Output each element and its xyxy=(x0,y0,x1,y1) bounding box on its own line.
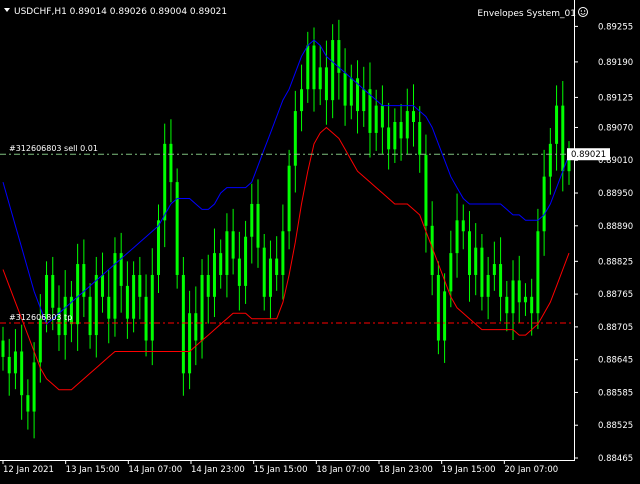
time-tick-label: 15 Jan 15:00 xyxy=(254,465,308,475)
price-tick-label: 0.89190 xyxy=(598,58,633,68)
time-tick-label: 19 Jan 15:00 xyxy=(442,465,496,475)
price-tick-label: 0.88645 xyxy=(598,356,633,366)
indicator-title: Envelopes System_01 xyxy=(477,9,576,19)
sell-order-label: #312606803 sell 0.01 xyxy=(9,144,98,153)
time-tick-label: 14 Jan 07:00 xyxy=(128,465,182,475)
take-profit-label: #312606803 tp xyxy=(9,313,72,322)
time-tick-label: 13 Jan 15:00 xyxy=(66,465,120,475)
price-tick-label: 0.88705 xyxy=(598,323,633,333)
price-tick-label: 0.89070 xyxy=(598,123,633,133)
candle xyxy=(436,261,440,355)
time-tick-label: 20 Jan 07:00 xyxy=(504,465,558,475)
time-tick-label: 18 Jan 23:00 xyxy=(379,465,433,475)
time-tick-label: 14 Jan 23:00 xyxy=(191,465,245,475)
price-tick-label: 0.88890 xyxy=(598,222,633,232)
price-tick-label: 0.88585 xyxy=(598,388,633,398)
current-price-value: 0.89021 xyxy=(571,150,606,160)
time-tick-label: 12 Jan 2021 xyxy=(3,465,54,475)
chart-area[interactable]: #312606803 sell 0.01 #312606803 tp 0.892… xyxy=(0,0,640,480)
price-tick-label: 0.88950 xyxy=(598,189,633,199)
price-tick-label: 0.88465 xyxy=(598,454,633,464)
symbol-info-line: USDCHF,H1 0.89014 0.89026 0.89004 0.8902… xyxy=(14,7,227,17)
current-price-tag: 0.89021 xyxy=(567,148,610,161)
price-tick-label: 0.89255 xyxy=(598,22,633,32)
price-tick-label: 0.88825 xyxy=(598,257,633,267)
time-tick-label: 18 Jan 07:00 xyxy=(316,465,370,475)
price-tick-label: 0.88765 xyxy=(598,290,633,300)
price-tick-label: 0.88525 xyxy=(598,421,633,431)
candle xyxy=(175,168,179,289)
price-chart-svg[interactable]: #312606803 sell 0.01 #312606803 tp 0.892… xyxy=(0,0,640,480)
price-tick-label: 0.89125 xyxy=(598,93,633,103)
